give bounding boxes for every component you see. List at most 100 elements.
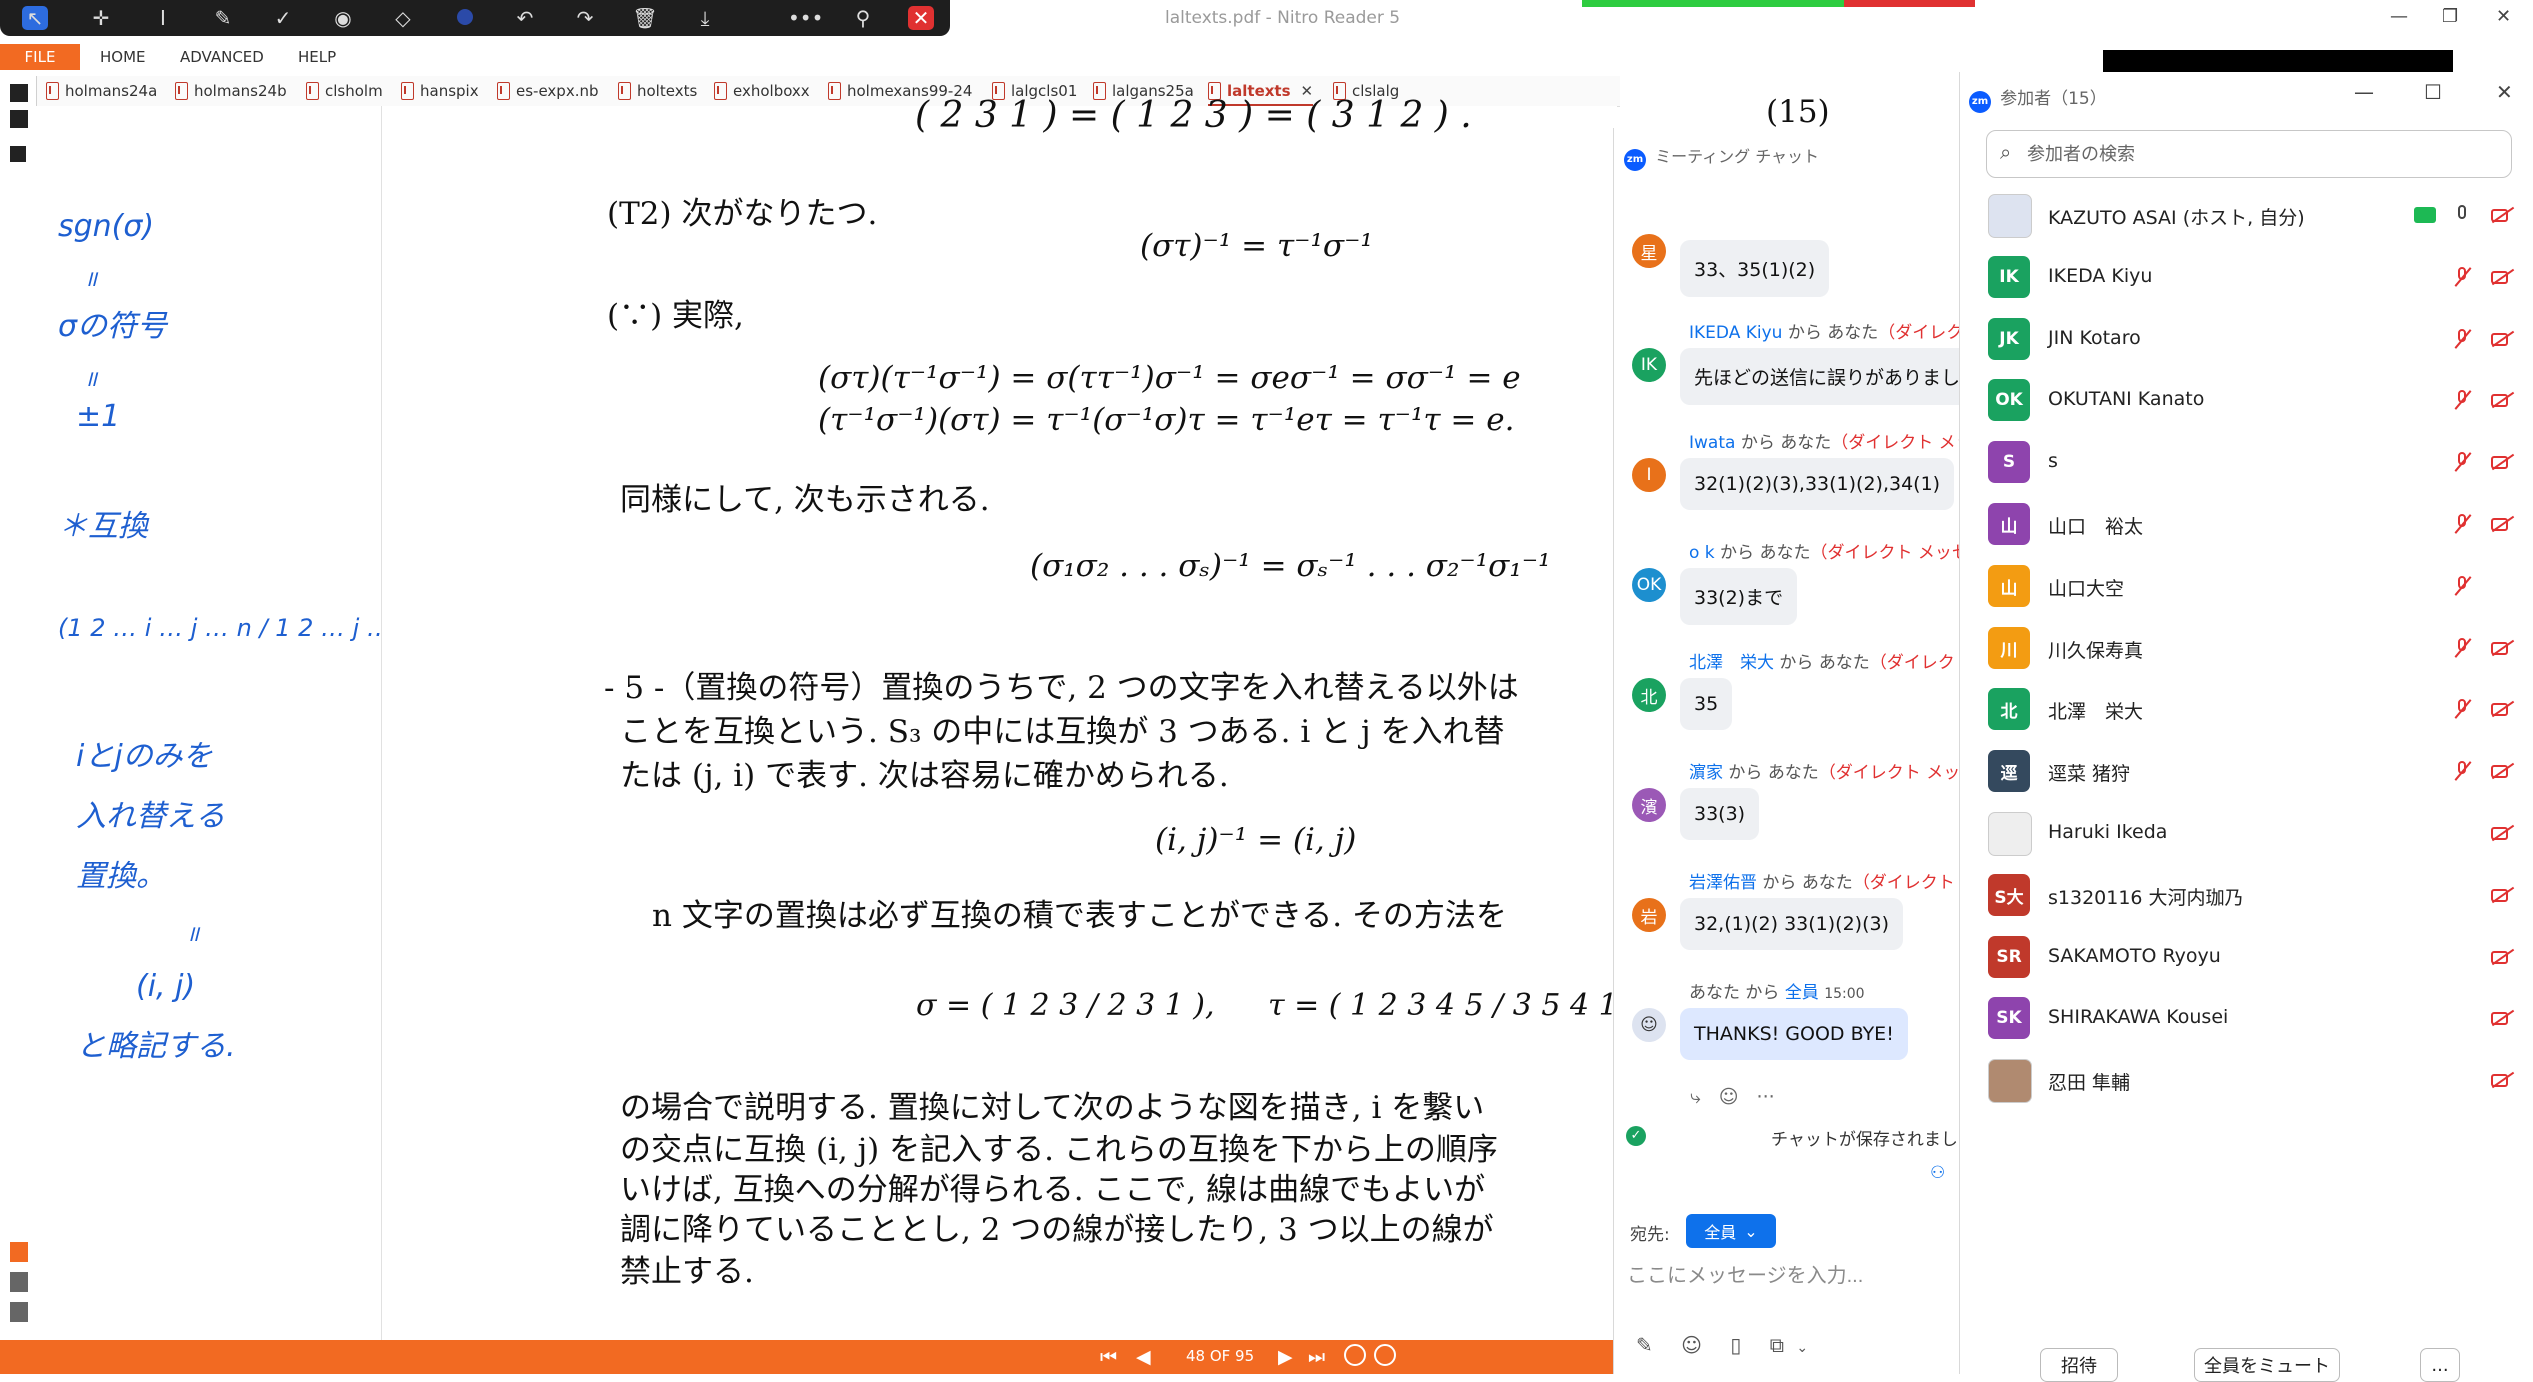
- tab-clsholm[interactable]: clsholm: [306, 78, 383, 104]
- video-off-icon[interactable]: [2490, 822, 2514, 844]
- participants-panel: [1959, 72, 2533, 1374]
- video-off-icon[interactable]: [2490, 760, 2514, 782]
- check-icon[interactable]: ✓: [270, 6, 296, 30]
- select-arrow-icon[interactable]: ↖: [22, 6, 48, 30]
- close-toolbar-icon[interactable]: ✕: [908, 6, 934, 30]
- menu-file[interactable]: FILE: [0, 44, 80, 70]
- undo-icon[interactable]: ↶: [512, 6, 538, 30]
- avatar: 濱: [1632, 788, 1666, 822]
- close-icon[interactable]: ✕: [2496, 80, 2513, 104]
- user-pin-icon[interactable]: ⚲: [850, 6, 876, 30]
- microphone-muted-icon[interactable]: [2450, 513, 2474, 535]
- video-off-icon[interactable]: [2490, 389, 2514, 411]
- menu-help[interactable]: HELP: [298, 48, 336, 66]
- own-chat-message: THANKS! GOOD BYE!: [1680, 1008, 1908, 1060]
- color-dot-icon[interactable]: [452, 6, 478, 30]
- handwriting-canvas: sgn(σ) ॥ σの符号 ॥ ±1 ＊互換 (1 2 … i … j … n …: [58, 209, 381, 1064]
- avatar: OK: [1632, 568, 1666, 602]
- comments-icon[interactable]: [10, 146, 26, 162]
- move-icon[interactable]: ✛: [88, 6, 114, 30]
- download-icon[interactable]: ⤓: [692, 6, 718, 30]
- participant-avatar: SK: [1988, 997, 2030, 1039]
- trash-icon[interactable]: 🗑: [632, 6, 658, 30]
- recipient-dropdown[interactable]: 全員 ⌄: [1686, 1214, 1776, 1248]
- microphone-muted-icon[interactable]: [2450, 451, 2474, 473]
- screen-share-icon: [2414, 207, 2436, 223]
- left-tool-strip: [0, 76, 37, 1344]
- emoji-icon[interactable]: ☺: [1681, 1333, 1702, 1357]
- window-close-icon[interactable]: ✕: [2496, 6, 2511, 27]
- video-off-icon[interactable]: [2490, 1069, 2514, 1091]
- equation-top: ( 2 3 1 ) = ( 1 2 3 ) = ( 3 1 2 ) .: [915, 95, 1472, 136]
- screenshot-icon[interactable]: ⧉: [1770, 1333, 1784, 1357]
- tab-holmans24b[interactable]: holmans24b: [175, 78, 287, 104]
- window-minimize-icon[interactable]: —: [2390, 6, 2408, 27]
- video-off-icon[interactable]: [2490, 451, 2514, 473]
- microphone-muted-icon[interactable]: [2450, 637, 2474, 659]
- text-cursor-icon[interactable]: I: [150, 6, 176, 30]
- microphone-muted-icon[interactable]: [2450, 266, 2474, 288]
- add-person-icon[interactable]: ⚇: [1930, 1163, 1945, 1183]
- next-page-icon[interactable]: ▶: [1278, 1347, 1293, 1367]
- participant-search-input[interactable]: [2025, 139, 2489, 169]
- own-avatar: ☺: [1632, 1008, 1666, 1042]
- video-off-icon[interactable]: [2490, 946, 2514, 968]
- pages-icon[interactable]: [10, 84, 28, 102]
- video-off-icon[interactable]: [2490, 698, 2514, 720]
- mute-all-button[interactable]: 全員をミュート: [2194, 1348, 2340, 1382]
- bookmarks-icon[interactable]: [10, 110, 28, 128]
- menu-home[interactable]: HOME: [100, 48, 146, 66]
- highlight-tool-icon[interactable]: [10, 1242, 28, 1262]
- note-plus-minus-one: ±1: [76, 399, 120, 434]
- chat-message-input[interactable]: [1625, 1258, 1949, 1294]
- stamp-icon[interactable]: ◉: [330, 6, 356, 30]
- video-off-icon[interactable]: [2490, 204, 2514, 226]
- list-tool-2-icon[interactable]: [10, 1302, 28, 1322]
- first-page-icon[interactable]: ⏮: [1100, 1347, 1117, 1367]
- chevron-down-icon[interactable]: ⌄: [1796, 1340, 1808, 1356]
- pen-icon[interactable]: ✎: [210, 6, 236, 30]
- file-icon[interactable]: ▯: [1730, 1333, 1741, 1357]
- participant-name: 北澤 栄大: [2048, 701, 2144, 723]
- emoji-react-icon[interactable]: ☺: [1719, 1086, 1739, 1108]
- last-page-icon[interactable]: ⏭: [1308, 1347, 1325, 1367]
- microphone-muted-icon[interactable]: [2450, 575, 2474, 597]
- more-options-button[interactable]: ...: [2420, 1348, 2460, 1382]
- microphone-muted-icon[interactable]: [2450, 389, 2474, 411]
- prev-page-icon[interactable]: ◀: [1136, 1347, 1151, 1367]
- page-indicator[interactable]: 48 OF 95: [1186, 1347, 1254, 1365]
- video-off-icon[interactable]: [2490, 328, 2514, 350]
- tab-exholboxx[interactable]: exholboxx: [714, 78, 810, 104]
- tab-holtexts[interactable]: holtexts: [618, 78, 697, 104]
- eraser-icon[interactable]: ◇: [390, 6, 416, 30]
- menu-advanced[interactable]: ADVANCED: [180, 48, 264, 66]
- participant-name: s1320116 大河内珈乃: [2048, 887, 2244, 909]
- window-restore-icon[interactable]: ❐: [2442, 6, 2458, 27]
- video-off-icon[interactable]: [2490, 513, 2514, 535]
- format-icon[interactable]: ✎: [1636, 1333, 1653, 1357]
- tab-holmans24a[interactable]: holmans24a: [46, 78, 157, 104]
- chat-message-meta: 北澤 栄大 から あなた（ダイレク: [1689, 653, 1955, 673]
- microphone-muted-icon[interactable]: [2450, 698, 2474, 720]
- participant-avatar: S: [1988, 441, 2030, 483]
- microphone-muted-icon[interactable]: [2450, 760, 2474, 782]
- equation-number: (15): [1766, 94, 1830, 130]
- video-off-icon[interactable]: [2490, 266, 2514, 288]
- back-view-icon[interactable]: [1344, 1344, 1366, 1366]
- minimize-icon[interactable]: —: [2354, 80, 2374, 104]
- forward-view-icon[interactable]: [1374, 1344, 1396, 1366]
- more-icon[interactable]: •••: [788, 6, 823, 30]
- redo-icon[interactable]: ↷: [572, 6, 598, 30]
- invite-button[interactable]: 招待: [2040, 1348, 2118, 1382]
- video-off-icon[interactable]: [2490, 637, 2514, 659]
- microphone-muted-icon[interactable]: [2450, 328, 2474, 350]
- maximize-icon[interactable]: ☐: [2424, 80, 2442, 104]
- microphone-icon[interactable]: [2450, 204, 2474, 226]
- video-off-icon[interactable]: [2490, 1007, 2514, 1029]
- tab-es-expx[interactable]: es-expx.nb: [497, 78, 599, 104]
- more-actions-icon[interactable]: ···: [1757, 1086, 1775, 1108]
- reply-icon[interactable]: ⤷: [1690, 1086, 1701, 1108]
- video-off-icon[interactable]: [2490, 884, 2514, 906]
- tab-hanspix[interactable]: hanspix: [401, 78, 479, 104]
- list-tool-icon[interactable]: [10, 1272, 28, 1292]
